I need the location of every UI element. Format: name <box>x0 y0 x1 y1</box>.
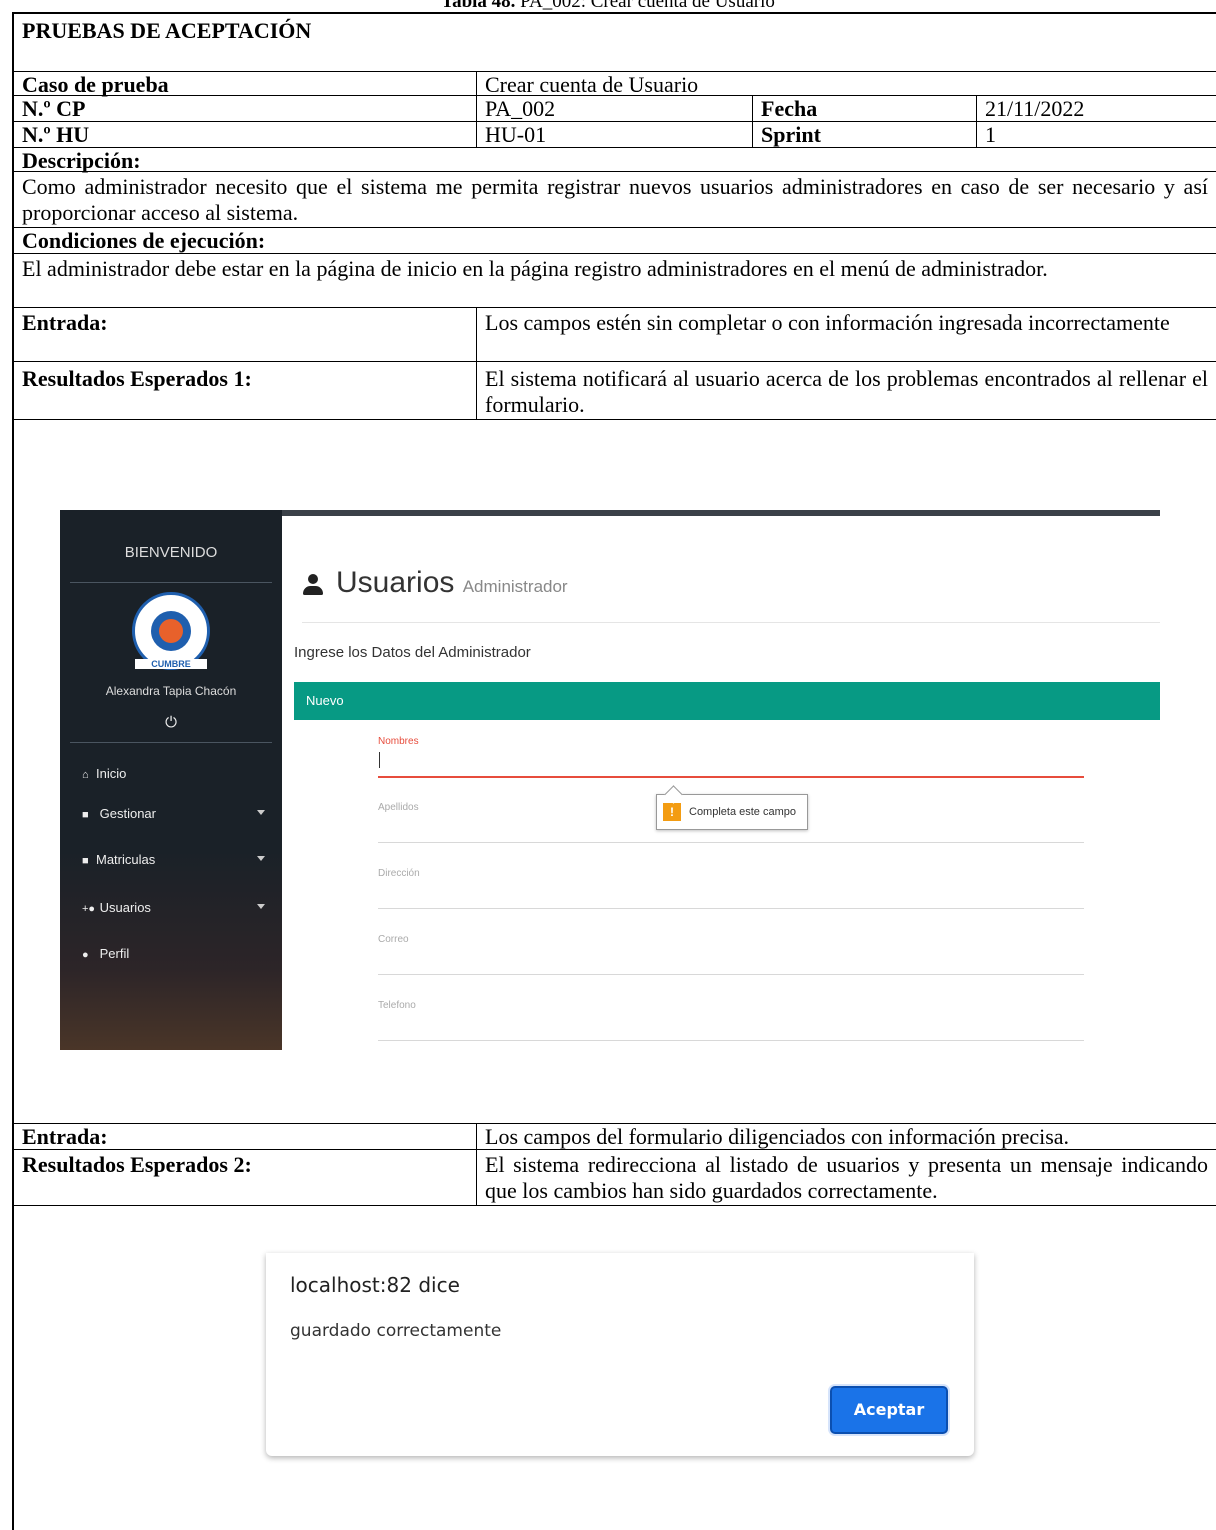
description-label-row: Descripción: <box>14 148 1216 173</box>
cp-label: N.º CP <box>22 96 86 121</box>
sidebar-item-usuarios[interactable]: +● Usuarios <box>82 900 265 915</box>
table-title: PRUEBAS DE ACEPTACIÓN <box>22 18 312 43</box>
sidebar-item-gestionar[interactable]: ■ Gestionar <box>82 806 265 821</box>
direccion-label: Dirección <box>378 868 420 879</box>
nombres-label: Nombres <box>378 736 419 747</box>
briefcase-icon: ■ <box>82 809 89 821</box>
case-row: Caso de prueba Crear cuenta de Usuario <box>14 72 1216 97</box>
conditions-text: El administrador debe estar en la página… <box>22 256 1048 281</box>
direccion-field[interactable]: Dirección <box>378 868 1084 909</box>
table-header-row: PRUEBAS DE ACEPTACIÓN <box>14 14 1216 72</box>
cp-row: N.º CP PA_002 Fecha 21/11/2022 <box>14 96 1216 122</box>
page-subtitle: Administrador <box>462 577 568 596</box>
chevron-down-icon <box>257 856 265 861</box>
date-value: 21/11/2022 <box>976 96 1216 121</box>
result2-text: El sistema redirecciona al listado de us… <box>476 1150 1216 1205</box>
conditions-label-row: Condiciones de ejecución: <box>14 228 1216 254</box>
sidebar-item-perfil[interactable]: ● Perfil <box>82 946 129 961</box>
result1-label: Resultados Esperados 1: <box>22 366 252 391</box>
chevron-down-icon <box>257 904 265 909</box>
sprint-value: 1 <box>976 122 1216 147</box>
hu-label: N.º HU <box>22 122 90 147</box>
alert-dialog: localhost:82 dice guardado correctamente… <box>266 1253 974 1456</box>
sidebar: BIENVENIDO CUMBRE Alexandra Tapia Chacón… <box>60 510 282 1050</box>
apellidos-label: Apellidos <box>378 802 419 813</box>
description-label: Descripción: <box>22 148 141 173</box>
case-label: Caso de prueba <box>22 72 169 97</box>
user-icon <box>302 573 324 596</box>
result1-row: Resultados Esperados 1: El sistema notif… <box>14 362 1216 420</box>
hu-value: HU-01 <box>476 122 752 147</box>
conditions-row: El administrador debe estar en la página… <box>14 254 1216 308</box>
input2-label: Entrada: <box>22 1124 108 1149</box>
book-icon: ■ <box>82 855 89 867</box>
hu-row: N.º HU HU-01 Sprint 1 <box>14 122 1216 148</box>
input2-text: Los campos del formulario diligenciados … <box>476 1124 1216 1149</box>
page-title: Usuarios Administrador <box>302 566 568 600</box>
user-icon: ● <box>82 949 89 961</box>
form-heading: Ingrese los Datos del Administrador <box>294 644 531 661</box>
date-label: Fecha <box>752 96 976 121</box>
input2-row: Entrada: Los campos del formulario dilig… <box>14 1124 1216 1150</box>
conditions-label: Condiciones de ejecución: <box>22 228 266 253</box>
main-content: Usuarios Administrador Ingrese los Datos… <box>282 510 1160 1050</box>
sidebar-item-inicio[interactable]: ⌂ Inicio <box>82 766 126 781</box>
telefono-label: Telefono <box>378 1000 416 1011</box>
result2-label: Resultados Esperados 2: <box>22 1152 252 1177</box>
correo-label: Correo <box>378 934 409 945</box>
input1-label: Entrada: <box>22 310 108 335</box>
power-icon[interactable]: ⏻ <box>60 714 282 731</box>
cp-value: PA_002 <box>476 96 752 121</box>
validation-tooltip: ! Completa este campo <box>656 794 808 830</box>
result2-row: Resultados Esperados 2: El sistema redir… <box>14 1150 1216 1206</box>
form-screenshot: BIENVENIDO CUMBRE Alexandra Tapia Chacón… <box>60 510 1160 1050</box>
description-text: Como administrador necesito que el siste… <box>22 174 1208 225</box>
nombres-field[interactable]: Nombres <box>378 736 1084 778</box>
sprint-label: Sprint <box>752 122 976 147</box>
description-row: Como administrador necesito que el siste… <box>14 172 1216 228</box>
correo-field[interactable]: Correo <box>378 934 1084 975</box>
welcome-title: BIENVENIDO <box>124 544 218 561</box>
accept-button[interactable]: Aceptar <box>830 1386 948 1434</box>
telefono-field[interactable]: Telefono <box>378 1000 1084 1041</box>
panel-header: Nuevo <box>294 682 1160 720</box>
case-value: Crear cuenta de Usuario <box>476 72 1216 97</box>
input1-row: Entrada: Los campos estén sin completar … <box>14 308 1216 362</box>
school-logo: CUMBRE <box>132 592 210 670</box>
input1-text: Los campos estén sin completar o con inf… <box>476 308 1216 361</box>
table-caption: Tabla 48. PA_002: Crear cuenta de Usuari… <box>441 0 775 12</box>
home-icon: ⌂ <box>82 769 89 781</box>
dialog-message: guardado correctamente <box>290 1321 502 1341</box>
result1-text: El sistema notificará al usuario acerca … <box>476 362 1216 419</box>
dialog-title: localhost:82 dice <box>290 1273 460 1297</box>
user-plus-icon: +● <box>82 903 96 915</box>
user-name: Alexandra Tapia Chacón <box>105 684 237 698</box>
sidebar-item-matriculas[interactable]: ■ Matriculas <box>82 852 265 867</box>
warning-icon: ! <box>663 803 681 822</box>
chevron-down-icon <box>257 810 265 815</box>
